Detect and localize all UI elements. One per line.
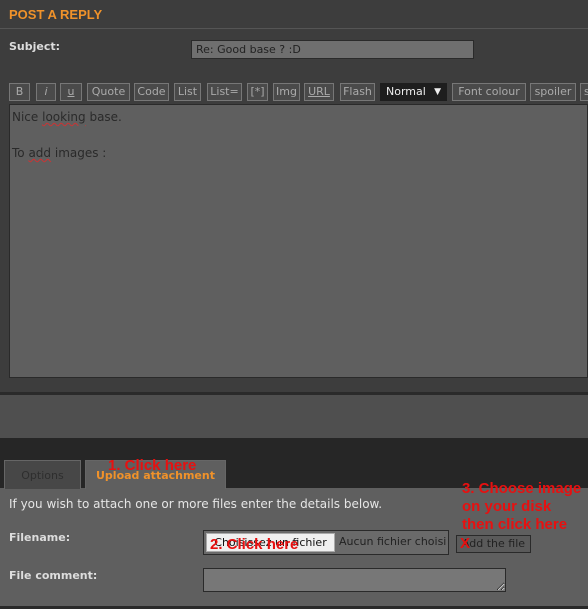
divider	[0, 28, 588, 29]
ordered-list-button[interactable]: List=	[207, 83, 242, 101]
annotation-step3: 3. Choose image on your disk then click he…	[462, 480, 582, 533]
underline-button[interactable]: u	[60, 83, 82, 101]
list-item-button[interactable]: [*]	[247, 83, 268, 101]
editor-line: To add images :	[12, 146, 107, 160]
annotation-step2: 2. Click here	[210, 536, 299, 553]
subject-label: Subject:	[9, 40, 61, 53]
chevron-down-icon: ▼	[434, 87, 441, 97]
list-button[interactable]: List	[174, 83, 201, 101]
options-panel	[0, 395, 588, 438]
attach-intro: If you wish to attach one or more files …	[9, 497, 383, 511]
annotation-step1: 1. Click here	[108, 457, 197, 474]
spoiler-button[interactable]: spoiler	[530, 83, 576, 101]
italic-button[interactable]: i	[36, 83, 56, 101]
editor-line: Nice looking base.	[12, 110, 122, 124]
subject-input[interactable]	[191, 40, 474, 59]
font-colour-button[interactable]: Font colour	[452, 83, 526, 101]
file-comment-label: File comment:	[9, 569, 98, 582]
font-size-select[interactable]: Normal ▼	[380, 83, 447, 101]
code-button[interactable]: Code	[134, 83, 169, 101]
flash-button[interactable]: Flash	[340, 83, 375, 101]
img-button[interactable]: Img	[273, 83, 300, 101]
url-button[interactable]: URL	[304, 83, 334, 101]
page-title: POST A REPLY	[9, 7, 103, 22]
bold-button[interactable]: B	[9, 83, 30, 101]
filename-label: Filename:	[9, 531, 71, 544]
no-file-text: Aucun fichier choisi	[339, 535, 447, 548]
font-size-value: Normal	[386, 85, 426, 98]
quote-button[interactable]: Quote	[87, 83, 130, 101]
file-comment-input[interactable]	[203, 568, 506, 592]
tab-options[interactable]: Options	[4, 460, 81, 489]
message-textarea[interactable]: Nice looking base. To add images :	[9, 104, 588, 378]
more-button[interactable]: s	[580, 83, 588, 101]
annotation-x-mark: X	[460, 535, 471, 552]
